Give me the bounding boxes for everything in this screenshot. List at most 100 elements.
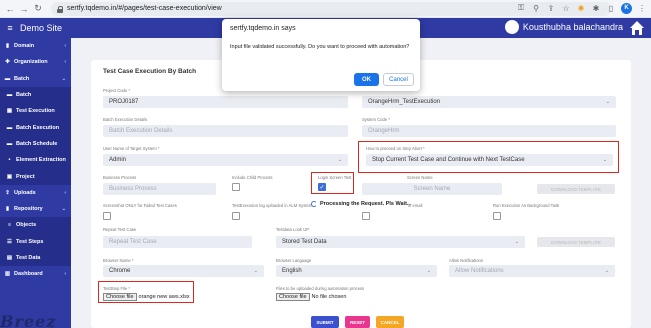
repeat-test-input[interactable]: Repeat Test Case (103, 236, 252, 248)
chevron-left-icon: ‹ (64, 271, 66, 278)
sidebar-item-project[interactable]: ▣ Project (0, 168, 71, 185)
screen-name-input[interactable]: Screen Name (362, 183, 502, 195)
profile-avatar[interactable]: K (621, 2, 632, 14)
highlight-box (358, 141, 619, 173)
choose-file-button-2[interactable]: Choose file (276, 293, 310, 301)
dialog-cancel-button[interactable]: Cancel (383, 73, 414, 86)
domain-icon: ▮ (5, 43, 10, 50)
puzzle-icon[interactable]: ✱ (591, 2, 601, 14)
email-label: in email (408, 203, 423, 208)
page-title: Test Case Execution By Batch (103, 68, 197, 75)
sidebar-item-label: Objects (16, 222, 37, 229)
user-avatar (504, 20, 519, 34)
sidebar-item-test-data[interactable]: ▤ Test Data (0, 249, 71, 267)
include-child-checkbox[interactable] (232, 183, 240, 191)
screenshot-failed-checkbox[interactable] (103, 212, 111, 220)
chevron-left-icon: ‹ (64, 189, 66, 196)
sidebar-item-batch[interactable]: ▬ Batch ⌄ (0, 71, 71, 87)
allow-notifications-select[interactable]: Allow Notifications ⌄ (449, 265, 615, 277)
upload-during-file-name: No file chosen (311, 294, 347, 300)
sidebar-item-test-execution[interactable]: ▦ Test Execution (0, 103, 71, 120)
processing-indicator: Processing the Request. Pls Wait... (311, 201, 412, 207)
user-name-select[interactable]: Admin ⌄ (103, 154, 348, 166)
browser-language-label: Browser Language (276, 258, 312, 263)
download-template-button[interactable]: DOWNLOAD TEMPLATE (537, 184, 615, 194)
sidebar-item-label: Repository (14, 206, 43, 213)
upload-icon: ⇪ (5, 189, 10, 196)
brand-title: Demo Site (20, 23, 63, 33)
lock-icon (57, 5, 63, 13)
back-icon[interactable]: ← (3, 2, 17, 16)
sidebar-item-batch[interactable]: ▬ Batch (0, 86, 71, 104)
sidebar-item-label: Batch (14, 75, 30, 82)
chart-icon: ▥ (4, 271, 11, 278)
extension-icon[interactable]: ✺ (576, 2, 586, 14)
chevron-down-icon: ⌄ (337, 157, 342, 163)
sidebar-item-batch-schedule[interactable]: ▬ Batch Schedule (0, 135, 71, 153)
submit-button[interactable]: SUBMIT (311, 316, 339, 328)
run-background-label: Run Execution As Background Task (493, 203, 560, 208)
share-icon[interactable]: ⇪ (546, 2, 556, 14)
browser-language-value: English (282, 268, 302, 274)
sidepanel-icon[interactable]: ▯ (606, 2, 616, 14)
key-icon[interactable]: ⚿ (516, 2, 526, 14)
user-menu[interactable]: Kousthubha balachandra (504, 20, 623, 34)
star-icon[interactable]: ☆ (561, 2, 571, 14)
execution-name-value: OrangeHrm_TestExecution (368, 99, 441, 105)
user-name: Kousthubha balachandra (522, 22, 623, 32)
testdata-lookup-select[interactable]: Stored Test Data ⌄ (276, 236, 525, 248)
sidebar-item-label: Test Data (16, 255, 41, 261)
sidebar-item-organization[interactable]: ✚ Organization ‹ (0, 54, 71, 70)
sidebar-item-label: Batch Schedule (16, 140, 58, 147)
chevron-down-icon: ⌄ (514, 239, 519, 245)
menu-kebab-icon[interactable]: ⋮ (637, 2, 647, 14)
execution-name-select[interactable]: OrangeHrm_TestExecution ⌄ (362, 96, 616, 108)
cancel-button[interactable]: CANCEL (376, 316, 404, 328)
sidebar-item-label: Batch (16, 92, 32, 99)
alm-log-checkbox[interactable] (232, 212, 240, 220)
batch-details-input[interactable]: Batch Execution Details (103, 125, 348, 137)
sidebar-item-test-steps[interactable]: ☰ Test Steps (0, 233, 71, 250)
folder-icon: ▬ (4, 75, 11, 82)
upload-during-input[interactable]: Choose file No file chosen (276, 293, 346, 301)
table-icon: ▤ (6, 255, 13, 261)
browser-language-select[interactable]: English ⌄ (276, 265, 437, 277)
browser-name-select[interactable]: Chrome ⌄ (103, 265, 264, 277)
browser-toolbar: ← → ↻ sertfy.tqdemo.in/#/pages/test-case… (0, 0, 651, 18)
sidebar-item-domain[interactable]: ▮ Domain ‹ (0, 38, 71, 54)
reload-icon[interactable]: ↻ (31, 2, 45, 16)
business-process-input[interactable]: Business Process (103, 183, 216, 195)
business-process-label: Business Process (103, 175, 137, 180)
dialog-ok-button[interactable]: OK (354, 73, 379, 86)
folder-icon: ▬ (6, 92, 13, 99)
testdata-lookup-value: Stored Test Data (282, 239, 327, 245)
download-template-button-2[interactable]: DOWNLOAD TEMPLATE (537, 237, 615, 247)
reset-button[interactable]: RESET (345, 316, 370, 328)
sidebar-item-batch-execution[interactable]: ▬ Batch Execution (0, 119, 71, 136)
objects-icon: ≡ (7, 222, 12, 229)
sidebar-item-element-extraction[interactable]: • Element Extraction (0, 152, 71, 169)
sidebar-item-label: Batch Execution (16, 124, 60, 131)
spinner-icon (311, 201, 317, 207)
hamburger-icon[interactable]: ≡ (0, 23, 20, 33)
sidebar-item-label: Test Execution (16, 108, 55, 115)
sidebar-item-objects[interactable]: ≡ Objects (0, 217, 71, 234)
email-checkbox[interactable] (362, 212, 370, 220)
folder-icon: ▬ (6, 140, 13, 147)
sidebar: ▮ Domain ‹ ✚ Organization ‹ ▬ Batch ⌄ ▬ Batch ▦ Test… (0, 38, 71, 328)
zoom-icon[interactable]: ⚲ (531, 2, 541, 14)
sidebar-item-repository[interactable]: ▮ Repository ⌄ (0, 201, 71, 217)
run-background-checkbox[interactable] (493, 212, 501, 220)
chevron-down-icon: ⌄ (426, 268, 431, 274)
sidebar-item-uploads[interactable]: ⇪ Uploads ‹ (0, 185, 71, 201)
user-name-label: User Name of Target System * (103, 146, 160, 151)
grid-icon: ▦ (6, 108, 13, 115)
sidebar-item-dashboard[interactable]: ▥ Dashboard ‹ (0, 266, 71, 282)
project-code-field[interactable]: PROJ0187 (103, 96, 348, 108)
system-code-field[interactable]: OrangeHrm (362, 125, 616, 137)
sidebar-item-label: Project (16, 173, 35, 180)
batch-details-label: Batch Execution Details (103, 117, 148, 122)
sidebar-item-label: Organization (14, 59, 48, 66)
home-icon[interactable] (629, 20, 645, 36)
forward-icon[interactable]: → (17, 2, 31, 16)
